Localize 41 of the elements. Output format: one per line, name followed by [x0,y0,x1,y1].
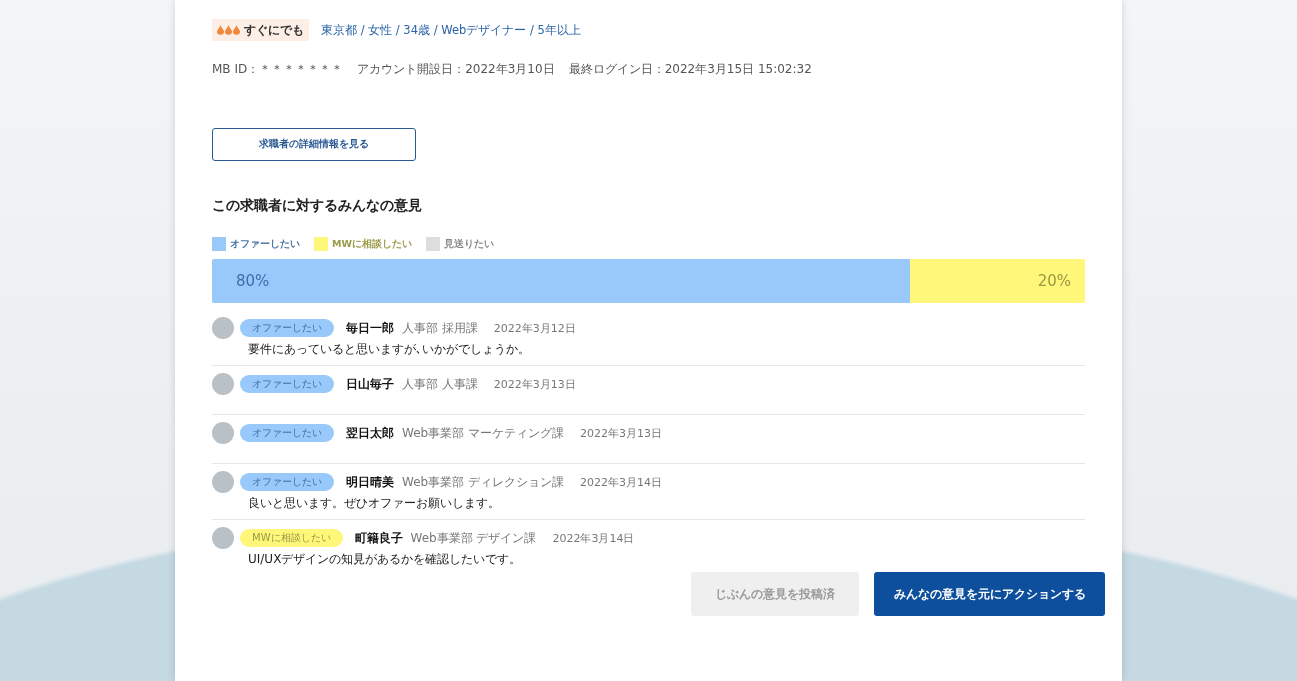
department: 人事部 人事課 [402,375,478,393]
department: 人事部 採用課 [402,319,478,337]
opinion-bar-fill: 80% [212,259,911,303]
opinion-tag: MWに相談したい [240,529,343,547]
avatar [212,373,234,395]
comment-date: 2022年3月14日 [552,530,635,546]
commenter-name: 毎日一郎 [346,320,394,336]
avatar [212,471,234,493]
section-heading: この求職者に対するみんなの意見 [212,197,423,215]
opinion-tag: オファーしたい [240,473,334,491]
comment-date: 2022年3月13日 [580,425,662,441]
meta-text: MB ID：＊＊＊＊＊＊＊ [212,61,344,78]
comment-text: 要件にあっていると思いますが､いかがでしょうか。 [248,341,531,358]
comment-text: 良いと思います。ぜひオファーお願いします。 [248,495,501,512]
detail-button[interactable]: 求職者の詳細情報を見る [212,128,416,161]
percentage-label: 20% [1036,271,1072,292]
avatar [212,527,234,549]
commenter-name: 明日晴美 [346,474,394,490]
legend-label: 見送りたい [443,237,494,251]
avatar [212,422,234,444]
commenter-name: 町籍良子 [354,530,403,546]
comment-date: 2022年3月14日 [580,474,662,490]
meta-text: アカウント開設日：2022年3月10日 [357,61,555,78]
commenter-name: 翌日太郎 [346,425,394,441]
legend-label: MWに相談したい [332,237,412,251]
avatar [212,317,234,339]
legend-label: オファーしたい [230,237,300,251]
department: Web事業部 デザイン課 [410,529,537,547]
urgency-label: すぐにでも [244,21,304,39]
meta-text: 最終ログイン日：2022年3月15日 15:02:32 [568,61,812,78]
profile-summary: 東京都 / 女性 / 34歳 / Webデザイナー / 5年以上 [321,22,581,38]
comment-text: UI/UXデザインの知見があるかを確認したいです。 [248,551,523,568]
department: Web事業部 マーケティング課 [402,424,564,442]
opinion-tag: オファーしたい [240,319,334,337]
comment-date: 2022年3月12日 [493,320,576,336]
opinion-tag: オファーしたい [240,375,334,393]
action-button[interactable]: みんなの意見を元にアクションする [874,572,1105,616]
comment-date: 2022年3月13日 [493,376,576,392]
commenter-name: 日山毎子 [346,376,394,392]
department: Web事業部 ディレクション課 [402,473,564,491]
opinion-tag: オファーしたい [240,424,334,442]
